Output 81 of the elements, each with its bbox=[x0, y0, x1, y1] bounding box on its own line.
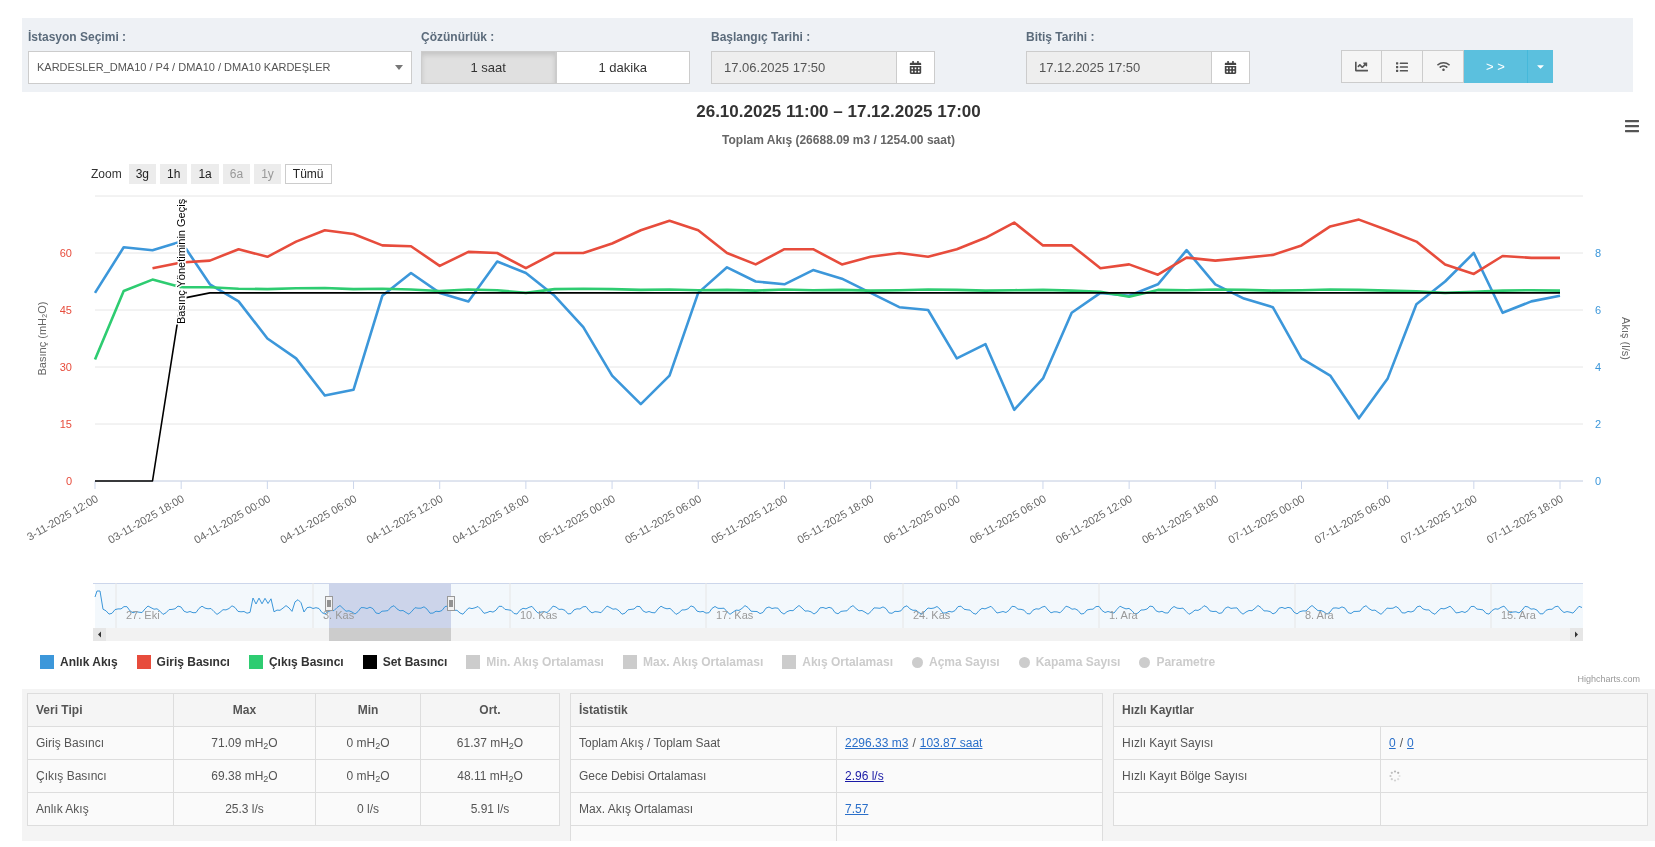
axis-tick-label: 15. Ara bbox=[1501, 609, 1536, 621]
legend-item[interactable]: Çıkış Basıncı bbox=[248, 653, 344, 671]
date-field[interactable]: 17.12.2025 17:50 bbox=[1026, 51, 1212, 84]
table-cell-text: 0 mH$_{2}$O bbox=[346, 768, 390, 785]
menu-icon[interactable] bbox=[1624, 118, 1640, 134]
resolution-option[interactable]: 1 dakika bbox=[555, 51, 690, 84]
axis-tick-label: 4 bbox=[1595, 361, 1602, 373]
table-cell-text: 25.3 l/s bbox=[225, 801, 264, 818]
wifi-icon bbox=[1436, 60, 1450, 73]
table-cell-text: 5.91 l/s bbox=[470, 801, 510, 818]
axis-tick-label: 17. Kas bbox=[716, 609, 754, 621]
axis-tick-label: 8 bbox=[1595, 247, 1602, 259]
field-label: İstasyon Seçimi : bbox=[28, 29, 128, 46]
calendar-button[interactable] bbox=[897, 51, 935, 84]
zoom-button[interactable]: 1h bbox=[160, 164, 188, 184]
value-link[interactable]: 2296.33 m3 bbox=[845, 734, 909, 752]
table-cell-text: 0 l/s bbox=[357, 801, 379, 818]
scrollbar-thumb[interactable] bbox=[329, 628, 451, 641]
axis-tick-label: 8. Ara bbox=[1305, 609, 1334, 621]
calendar-icon bbox=[1224, 61, 1237, 74]
line-chart-icon bbox=[1355, 60, 1368, 73]
zoom-button[interactable]: 3g bbox=[128, 164, 157, 184]
table-cell-text: Giriş Basıncı bbox=[36, 735, 104, 752]
table-cell-text: 71.09 mH$_{2}$O bbox=[211, 735, 278, 752]
scroll-left-icon[interactable] bbox=[93, 628, 106, 641]
chart-title: 26.10.2025 11:00 – 17.12.2025 17:00 bbox=[695, 102, 982, 122]
axis-title: Basınç (mH₂O) bbox=[36, 301, 48, 376]
chart-button[interactable] bbox=[1341, 50, 1382, 83]
caret-icon bbox=[395, 65, 403, 70]
axis-tick-label: 27. Eki bbox=[126, 609, 160, 621]
axis-tick-label: 2 bbox=[1595, 418, 1602, 430]
scroll-right-icon[interactable] bbox=[1570, 628, 1583, 641]
legend-item[interactable]: Anlık Akış bbox=[40, 653, 118, 671]
legend-item[interactable]: Set Basıncı bbox=[362, 653, 448, 671]
table-cell-text: 61.37 mH$_{2}$O bbox=[456, 735, 524, 752]
signal-button[interactable] bbox=[1423, 50, 1464, 83]
table-cell-text: 69.38 mH$_{2}$O bbox=[211, 768, 278, 785]
annotation-label: Basınç Yönetiminin Geçiş bbox=[175, 198, 188, 324]
resolution-option[interactable]: 1 saat bbox=[421, 51, 556, 84]
field-label: Çözünürlük : bbox=[421, 29, 496, 46]
field-label: Bitiş Tarihi : bbox=[1026, 29, 1096, 46]
range-handle[interactable] bbox=[325, 596, 333, 611]
zoom-label: Zoom bbox=[91, 166, 122, 183]
field-label: Başlangıç Tarihi : bbox=[711, 29, 812, 46]
table-cell-text: 48.11 mH$_{2}$O bbox=[457, 768, 523, 785]
value-link[interactable]: 103.87 saat bbox=[919, 734, 983, 752]
axis-tick-label: 0 bbox=[1595, 475, 1602, 487]
station-select[interactable]: KARDESLER_DMA10 / P4 / DMA10 / DMA10 KARDEŞLER bbox=[28, 51, 412, 84]
credit-link[interactable]: Highcharts.com bbox=[22, 674, 1655, 685]
value-link[interactable]: 0 bbox=[1407, 734, 1414, 752]
axis-tick-label: 45 bbox=[59, 304, 72, 316]
panel-header: Hızlı Kayıtlar bbox=[1114, 694, 1648, 727]
chart-subtitle: Toplam Akış (26688.09 m3 / 1254.00 saat) bbox=[721, 133, 956, 148]
value-link[interactable]: 7.57 bbox=[845, 800, 869, 818]
list-icon bbox=[1396, 60, 1408, 73]
value-link[interactable]: 2.96 l/s bbox=[845, 767, 884, 785]
table-cell-text: Anlık Akış bbox=[36, 801, 89, 818]
separator-text: / bbox=[1399, 735, 1404, 752]
list-button[interactable] bbox=[1382, 50, 1423, 83]
separator-text: / bbox=[912, 735, 916, 752]
zoom-button[interactable]: 1a bbox=[191, 164, 219, 184]
axis-title: Akış (l/s) bbox=[1620, 317, 1632, 360]
axis-tick-label: 0 bbox=[65, 475, 72, 487]
table-cell-text: 0 mH$_{2}$O bbox=[346, 735, 390, 752]
calendar-icon bbox=[909, 61, 922, 74]
axis-tick-label: 15 bbox=[59, 418, 72, 430]
panel-header: İstatistik bbox=[571, 694, 1103, 727]
range-handle[interactable] bbox=[447, 596, 455, 611]
axis-tick-label: 24. Kas bbox=[913, 609, 951, 621]
axis-tick-label: 60 bbox=[59, 247, 72, 259]
loading-spinner-icon bbox=[1389, 770, 1401, 782]
axis-tick-label: 30 bbox=[59, 361, 72, 373]
zoom-button[interactable]: Tümü bbox=[284, 164, 332, 184]
axis-tick-label: 6 bbox=[1595, 304, 1602, 316]
axis-tick-label: 10. Kas bbox=[520, 609, 558, 621]
range-selection[interactable] bbox=[329, 583, 451, 628]
date-field[interactable]: 17.06.2025 17:50 bbox=[711, 51, 897, 84]
value-link[interactable]: 0 bbox=[1389, 734, 1396, 752]
table-cell-text: Çıkış Basıncı bbox=[36, 768, 107, 785]
calendar-button[interactable] bbox=[1212, 51, 1250, 84]
legend-item[interactable]: Giriş Basıncı bbox=[136, 653, 230, 671]
